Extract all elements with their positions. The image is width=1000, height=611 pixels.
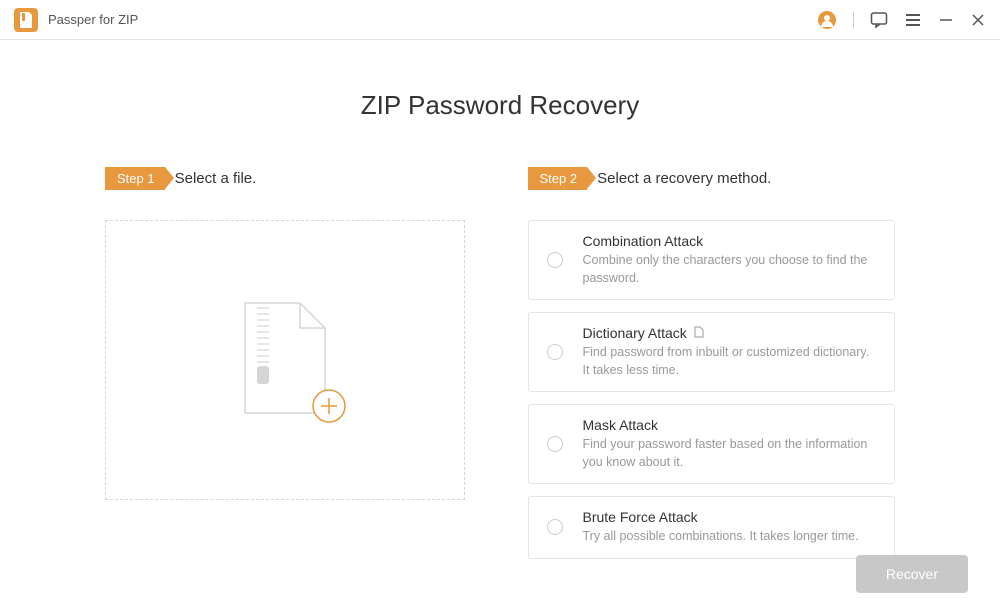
titlebar-left: Passper for ZIP <box>14 8 138 32</box>
account-icon[interactable] <box>817 10 837 30</box>
content: ZIP Password Recovery Step 1 Select a fi… <box>0 40 1000 579</box>
radio-icon <box>547 344 563 360</box>
radio-icon <box>547 519 563 535</box>
divider <box>853 12 854 28</box>
app-title: Passper for ZIP <box>48 12 138 27</box>
method-desc: Combine only the characters you choose t… <box>583 252 879 287</box>
method-title: Dictionary Attack <box>583 325 879 341</box>
titlebar-right <box>817 10 986 30</box>
dictionary-file-icon <box>693 325 705 341</box>
page-title: ZIP Password Recovery <box>40 90 960 121</box>
step1-badge: Step 1 <box>105 167 165 190</box>
step2-badge: Step 2 <box>528 167 588 190</box>
method-combination-attack[interactable]: Combination Attack Combine only the char… <box>528 220 896 300</box>
recover-button[interactable]: Recover <box>856 555 968 593</box>
zip-file-icon <box>235 298 335 423</box>
menu-icon[interactable] <box>904 11 922 29</box>
method-title-text: Dictionary Attack <box>583 325 687 341</box>
close-icon[interactable] <box>970 12 986 28</box>
minimize-icon[interactable] <box>938 12 954 28</box>
method-text: Mask Attack Find your password faster ba… <box>583 417 879 471</box>
method-desc: Try all possible combinations. It takes … <box>583 528 879 546</box>
add-file-icon <box>311 388 347 429</box>
method-brute-force-attack[interactable]: Brute Force Attack Try all possible comb… <box>528 496 896 559</box>
step1-header: Step 1 Select a file. <box>105 167 473 190</box>
step2-label: Select a recovery method. <box>597 170 771 187</box>
method-desc: Find your password faster based on the i… <box>583 436 879 471</box>
radio-icon <box>547 252 563 268</box>
step1-column: Step 1 Select a file. <box>105 167 473 559</box>
method-dictionary-attack[interactable]: Dictionary Attack Find password from inb… <box>528 312 896 392</box>
step2-header: Step 2 Select a recovery method. <box>528 167 896 190</box>
method-title: Mask Attack <box>583 417 879 433</box>
methods-list: Combination Attack Combine only the char… <box>528 220 896 559</box>
file-dropzone[interactable] <box>105 220 465 500</box>
method-text: Combination Attack Combine only the char… <box>583 233 879 287</box>
method-mask-attack[interactable]: Mask Attack Find your password faster ba… <box>528 404 896 484</box>
columns: Step 1 Select a file. <box>40 167 960 559</box>
method-title: Combination Attack <box>583 233 879 249</box>
titlebar: Passper for ZIP <box>0 0 1000 40</box>
method-title: Brute Force Attack <box>583 509 879 525</box>
feedback-icon[interactable] <box>870 11 888 29</box>
method-text: Dictionary Attack Find password from inb… <box>583 325 879 379</box>
method-text: Brute Force Attack Try all possible comb… <box>583 509 879 546</box>
app-logo-icon <box>14 8 38 32</box>
method-desc: Find password from inbuilt or customized… <box>583 344 879 379</box>
step1-label: Select a file. <box>175 170 257 187</box>
footer: Recover <box>856 555 968 593</box>
radio-icon <box>547 436 563 452</box>
step2-column: Step 2 Select a recovery method. Combina… <box>528 167 896 559</box>
